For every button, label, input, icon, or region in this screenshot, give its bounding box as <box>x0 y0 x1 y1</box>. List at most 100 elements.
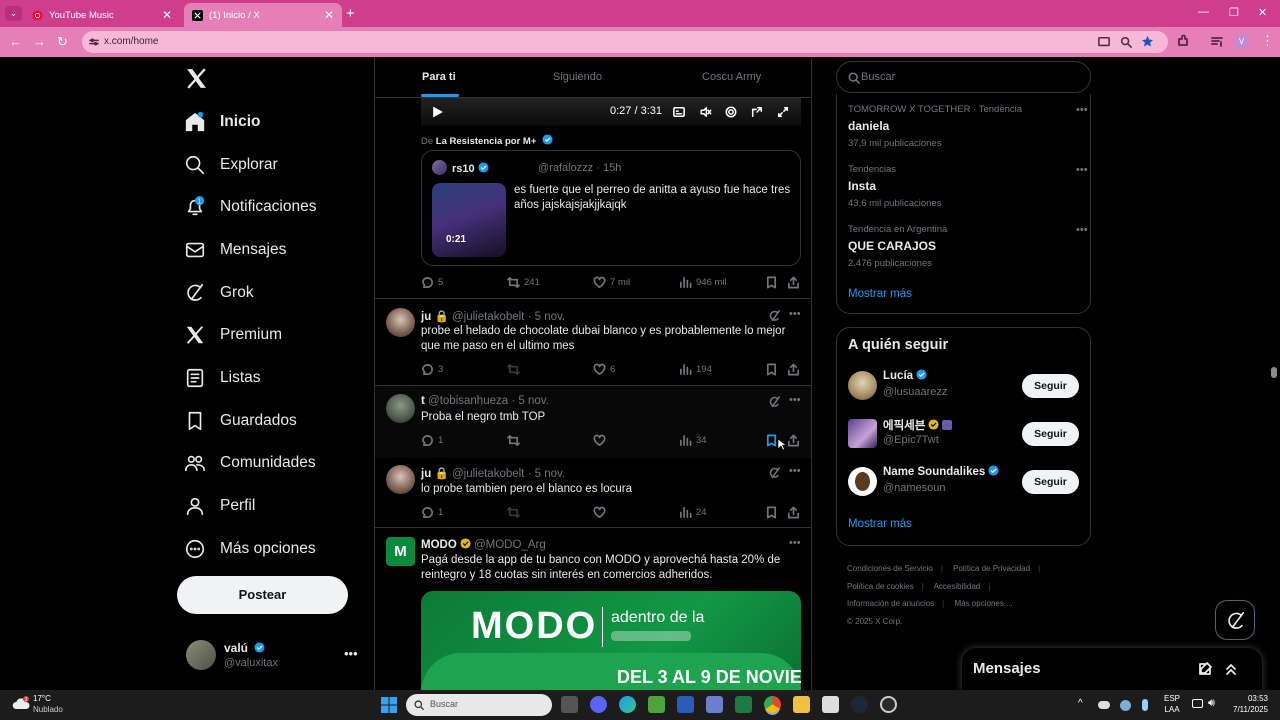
footer-link[interactable]: Información de anuncios <box>847 599 934 608</box>
reply-button[interactable]: 1 <box>421 434 443 447</box>
footer-link[interactable]: Accesibilidad <box>934 582 981 591</box>
system-clock[interactable]: 03:53 7/11/2025 <box>1222 693 1268 715</box>
microphone-icon[interactable] <box>1142 699 1148 711</box>
file-explorer-icon[interactable] <box>793 696 810 713</box>
avatar[interactable] <box>386 308 415 337</box>
sidebar-item-guardados[interactable]: Guardados <box>184 406 297 436</box>
video-source[interactable]: De La Resistencia por M+ <box>421 134 553 147</box>
promoted-tweet[interactable]: M MODO @MODO_Arg ••• Pagá desde la app d… <box>375 528 811 690</box>
task-view-icon[interactable] <box>561 696 578 713</box>
windows-start-icon[interactable] <box>381 697 397 713</box>
tray-cloud-icon[interactable] <box>1098 701 1110 709</box>
more-icon[interactable]: ••• <box>789 308 801 320</box>
footer-link[interactable]: Más opciones ... <box>954 599 1012 608</box>
discord-icon[interactable] <box>590 696 607 713</box>
avatar[interactable] <box>386 465 415 494</box>
captions-icon[interactable] <box>673 106 685 118</box>
app-icon[interactable] <box>880 696 897 713</box>
chrome-icon[interactable] <box>764 696 781 713</box>
post-button[interactable]: Postear <box>177 576 348 614</box>
word-icon[interactable] <box>677 696 694 713</box>
follow-suggestion[interactable]: Name Soundalikes @namesoun Seguir <box>848 464 1083 500</box>
media-control-icon[interactable] <box>1210 34 1224 48</box>
sidebar-item-comunidades[interactable]: Comunidades <box>184 448 316 478</box>
sidebar-item-listas[interactable]: Listas <box>184 363 261 393</box>
language-indicator[interactable]: ESP LAA <box>1164 693 1180 715</box>
tab-x-home[interactable]: (1) Inicio / X ✕ <box>184 3 342 27</box>
avatar[interactable] <box>848 371 877 400</box>
media-app-icon[interactable] <box>822 696 839 713</box>
bookmark-button[interactable] <box>765 506 782 519</box>
network-icon[interactable] <box>1192 699 1203 708</box>
like-button[interactable] <box>593 434 610 447</box>
follow-button[interactable]: Seguir <box>1022 422 1079 446</box>
trends-show-more-link[interactable]: Mostrar más <box>848 288 912 300</box>
minimize-icon[interactable]: — <box>1198 6 1209 18</box>
bookmark-button[interactable] <box>765 363 782 376</box>
new-tab-button[interactable]: + <box>346 5 355 22</box>
profile-avatar[interactable]: V <box>1234 34 1249 49</box>
steam-icon[interactable] <box>851 696 868 713</box>
reply-button[interactable]: 5 <box>421 276 443 289</box>
scrollbar-thumb[interactable] <box>1271 367 1277 378</box>
back-icon[interactable]: ← <box>9 34 22 50</box>
x-logo-icon[interactable] <box>184 66 209 91</box>
weather-widget[interactable]: 3 17°C Nublado <box>12 693 92 717</box>
more-icon[interactable]: ••• <box>1076 224 1088 236</box>
tab-youtube-music[interactable]: YouTube Music ✕ <box>24 3 180 27</box>
tray-chevron-icon[interactable]: ^ <box>1078 698 1083 709</box>
avatar[interactable] <box>848 467 877 496</box>
like-button[interactable]: 6 <box>593 363 615 376</box>
grok-icon[interactable] <box>769 467 781 479</box>
follow-suggestion[interactable]: Lucía @lusuaarezz Seguir <box>848 368 1083 404</box>
avatar[interactable] <box>848 419 877 448</box>
repost-button[interactable] <box>507 434 524 447</box>
repost-button[interactable] <box>507 506 524 519</box>
restore-icon[interactable]: ❐ <box>1229 6 1239 19</box>
tweet[interactable]: ju 🔒 @julietakobelt · 5 nov. ••• lo prob… <box>375 458 811 528</box>
browser-menu-icon[interactable]: ⋮ <box>1261 33 1274 49</box>
footer-link[interactable]: Condiciones de Servicio <box>847 564 933 573</box>
extensions-icon[interactable] <box>1176 34 1190 48</box>
save-app-icon[interactable] <box>706 696 723 713</box>
more-icon[interactable]: ••• <box>789 394 801 406</box>
cast-icon[interactable] <box>1098 36 1110 48</box>
follow-show-more-link[interactable]: Mostrar más <box>848 518 912 530</box>
fullscreen-icon[interactable] <box>777 106 789 118</box>
address-bar[interactable]: x.com/home <box>82 31 1168 53</box>
share-button[interactable] <box>787 434 804 447</box>
sidebar-item-grok[interactable]: Grok <box>184 278 254 308</box>
footer-link[interactable]: Política de cookies <box>847 582 914 591</box>
settings-icon[interactable] <box>725 106 737 118</box>
more-icon[interactable]: ••• <box>1076 164 1088 176</box>
more-icon[interactable]: ••• <box>789 465 801 477</box>
views-button[interactable]: 34 <box>679 434 707 447</box>
edge-icon[interactable] <box>619 696 636 713</box>
tweet[interactable]: ju 🔒 @julietakobelt · 5 nov. ••• probe e… <box>375 299 811 386</box>
reply-button[interactable]: 1 <box>421 506 443 519</box>
bookmark-star-icon[interactable] <box>1141 35 1154 48</box>
sidebar-item-notificaciones[interactable]: 1 Notificaciones <box>184 192 317 222</box>
reload-icon[interactable]: ↻ <box>57 34 68 50</box>
close-tab-icon[interactable]: ✕ <box>162 8 172 22</box>
mute-icon[interactable] <box>699 106 712 118</box>
share-button[interactable] <box>787 506 804 519</box>
zoom-icon[interactable] <box>1120 36 1132 48</box>
repost-button[interactable]: 241 <box>507 276 540 289</box>
sidebar-item-explorar[interactable]: Explorar <box>184 150 278 180</box>
like-button[interactable]: 7 mil <box>593 276 630 289</box>
trend-item[interactable]: TOMORROW X TOGETHER · Tendencia daniela … <box>848 104 1088 149</box>
sidebar-item-inicio[interactable]: Inicio <box>184 107 260 137</box>
quoted-tweet[interactable]: rs10 @rafalozzz · 15h 0:21 es fuerte que… <box>421 150 801 266</box>
tab-para-ti[interactable]: Para ti <box>422 71 456 83</box>
views-button[interactable]: 946 mil <box>679 276 727 289</box>
site-info-icon[interactable] <box>89 37 99 47</box>
like-button[interactable] <box>593 506 610 519</box>
avatar[interactable] <box>386 394 415 423</box>
excel-icon[interactable] <box>735 696 752 713</box>
views-button[interactable]: 24 <box>679 506 707 519</box>
volume-icon[interactable]: 🔊︎ <box>1208 697 1215 710</box>
share-button[interactable] <box>787 363 804 376</box>
video-player[interactable]: 0:27 / 3:31 <box>421 98 801 126</box>
sidebar-item-premium[interactable]: Premium <box>184 320 282 350</box>
